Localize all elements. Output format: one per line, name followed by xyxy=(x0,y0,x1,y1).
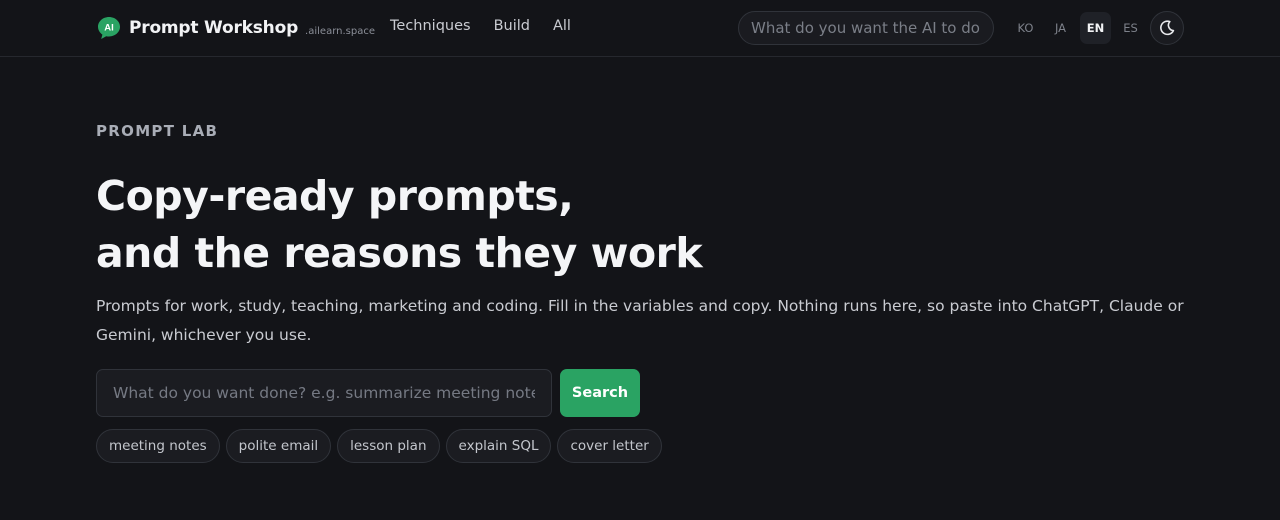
suggestion-chips: meeting notes polite email lesson plan e… xyxy=(96,429,662,463)
nav-link-all[interactable]: All xyxy=(553,18,571,34)
hero-headline: Copy-ready prompts, and the reasons they… xyxy=(96,168,703,282)
language-switcher: KO JA EN ES xyxy=(1010,12,1146,44)
theme-toggle-button[interactable] xyxy=(1150,11,1184,45)
main-nav: Techniques Build All xyxy=(390,18,571,34)
logo-mark-text: AI xyxy=(104,23,114,34)
prompt-search-input[interactable] xyxy=(96,369,552,417)
lang-option-en[interactable]: EN xyxy=(1080,12,1111,44)
brand-domain: .ailearn.space xyxy=(305,25,375,37)
search-button[interactable]: Search xyxy=(560,369,640,417)
lang-option-ko[interactable]: KO xyxy=(1010,12,1041,44)
ai-speech-bubble-icon: AI xyxy=(98,17,120,39)
header-search-input[interactable] xyxy=(738,11,994,45)
hero-headline-line-2: and the reasons they work xyxy=(96,229,703,277)
suggestion-chip-cover-letter[interactable]: cover letter xyxy=(557,429,662,463)
hero-headline-line-1: Copy-ready prompts, xyxy=(96,172,574,220)
top-navigation-bar: AI Prompt Workshop .ailearn.space Techni… xyxy=(0,0,1280,57)
lang-option-ja[interactable]: JA xyxy=(1045,12,1076,44)
moon-icon xyxy=(1160,20,1175,36)
suggestion-chip-lesson-plan[interactable]: lesson plan xyxy=(337,429,440,463)
lang-option-es[interactable]: ES xyxy=(1115,12,1146,44)
hero-eyebrow: PROMPT LAB xyxy=(96,122,219,140)
nav-link-build[interactable]: Build xyxy=(494,18,530,34)
hero-description: Prompts for work, study, teaching, marke… xyxy=(96,297,1184,344)
suggestion-chip-meeting-notes[interactable]: meeting notes xyxy=(96,429,220,463)
suggestion-chip-polite-email[interactable]: polite email xyxy=(225,429,332,463)
nav-link-techniques[interactable]: Techniques xyxy=(390,18,471,34)
brand-name: Prompt Workshop xyxy=(129,18,299,38)
brand-home-link[interactable]: AI Prompt Workshop .ailearn.space xyxy=(96,14,375,42)
suggestion-chip-explain-sql[interactable]: explain SQL xyxy=(445,429,552,463)
